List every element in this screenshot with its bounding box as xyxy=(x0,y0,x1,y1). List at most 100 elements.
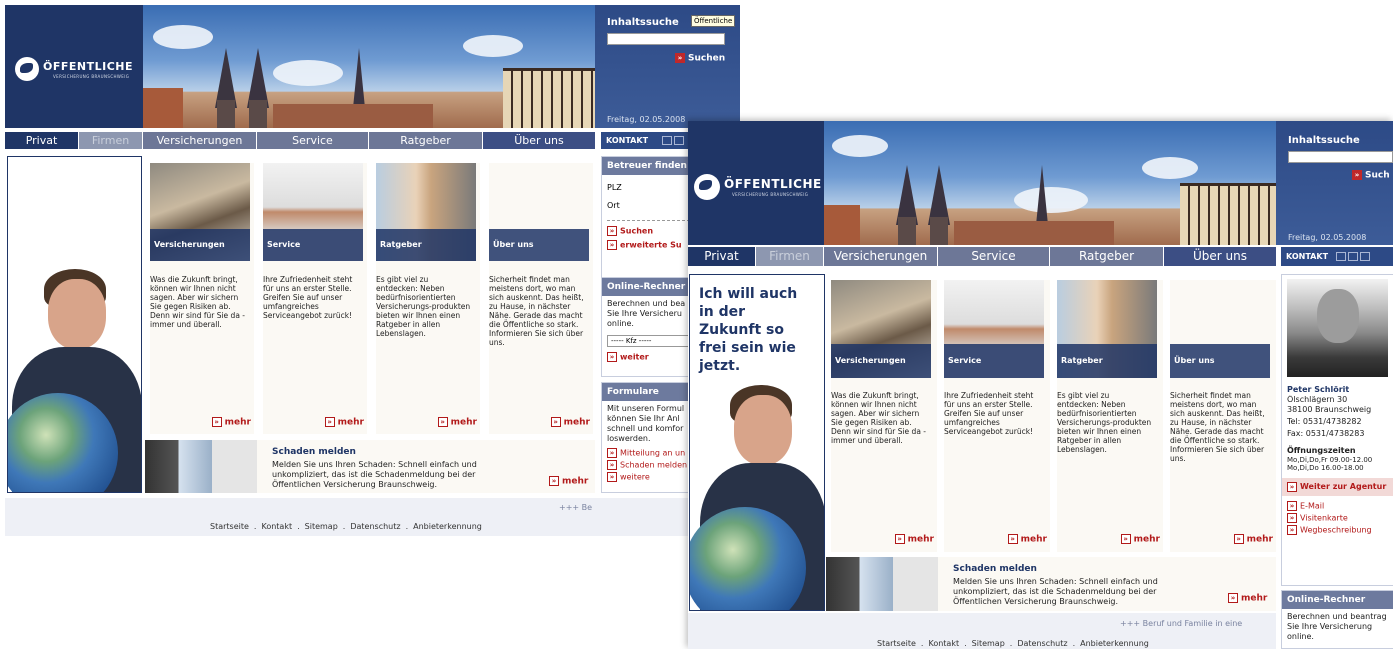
search-input[interactable] xyxy=(1288,151,1393,163)
card-ratgeber[interactable]: Ratgeber Es gibt viel zu entdecken: Nebe… xyxy=(376,163,480,434)
card-title: Versicherungen xyxy=(150,229,250,261)
logo[interactable]: ÖFFENTLICHE VERSICHERUNG BRAUNSCHWEIG xyxy=(688,121,824,245)
arrow-icon: » xyxy=(324,417,335,427)
logo[interactable]: ÖFFENTLICHE VERSICHERUNG BRAUNSCHWEIG xyxy=(5,5,143,128)
card-versicherungen[interactable]: Versicherungen Was die Zukunft bringt, k… xyxy=(150,163,254,434)
print-icon[interactable] xyxy=(1348,252,1359,261)
more-link[interactable]: » mehr xyxy=(1007,534,1047,545)
mail-icon[interactable] xyxy=(1360,252,1371,261)
footer: +++ Beruf und Familie in eine Startseite… xyxy=(688,613,1276,649)
more-link[interactable]: » mehr xyxy=(1233,534,1273,545)
logo-name: ÖFFENTLICHE xyxy=(43,60,133,73)
logo-mark-icon xyxy=(694,174,720,200)
more-link[interactable]: » mehr xyxy=(549,476,588,487)
nav-service[interactable]: Service xyxy=(938,247,1050,266)
footer-link[interactable]: Kontakt xyxy=(261,522,292,531)
visitenkarte-link[interactable]: » Visitenkarte xyxy=(1282,512,1393,524)
more-link[interactable]: » mehr xyxy=(894,534,934,545)
footer-link[interactable]: Kontakt xyxy=(928,639,959,648)
card-title: Service xyxy=(944,344,1044,378)
more-label: mehr xyxy=(337,417,364,428)
more-link[interactable]: » mehr xyxy=(324,417,364,428)
card-title: Ratgeber xyxy=(1057,344,1157,378)
card-text: Es gibt viel zu entdecken: Neben bedürfn… xyxy=(376,275,471,338)
more-link[interactable]: » mehr xyxy=(1228,593,1267,604)
nav-firmen[interactable]: Firmen xyxy=(79,132,143,149)
nav-firmen[interactable]: Firmen xyxy=(756,247,824,266)
search-input[interactable] xyxy=(607,33,725,45)
more-label: mehr xyxy=(562,476,589,487)
rechner-panel: Online-Rechner Berechnen und beantrag Sie… xyxy=(1281,590,1393,649)
footer-link[interactable]: Datenschutz xyxy=(350,522,400,531)
arrow-icon: » xyxy=(894,534,905,544)
schaden-image xyxy=(145,440,257,493)
card-ratgeber[interactable]: Ratgeber Es gibt viel zu entdecken: Nebe… xyxy=(1057,280,1163,552)
email-link[interactable]: » E-Mail xyxy=(1282,500,1393,512)
card-service[interactable]: Service Ihre Zufriedenheit steht für uns… xyxy=(263,163,367,434)
footer-link[interactable]: Startseite xyxy=(877,639,916,648)
agentur-link[interactable]: » Weiter zur Agentur xyxy=(1282,478,1393,496)
rechner-title: Online-Rechner xyxy=(1282,591,1393,609)
footer-links: Startseite. Kontakt. Sitemap. Datenschutz. A… xyxy=(877,639,1149,648)
schaden-teaser[interactable]: Schaden melden Melden Sie uns Ihren Scha… xyxy=(145,440,595,493)
nav-ratgeber[interactable]: Ratgeber xyxy=(369,132,483,149)
search-panel: Inhaltssuche » Such Freitag, 02.05.2008 xyxy=(1276,121,1393,245)
print-icon[interactable] xyxy=(674,136,685,145)
more-link[interactable]: » mehr xyxy=(1120,534,1160,545)
card-title: Über uns xyxy=(1170,344,1270,378)
more-link[interactable]: » mehr xyxy=(211,417,251,428)
nav-privat[interactable]: Privat xyxy=(5,132,79,149)
footer-link[interactable]: Startseite xyxy=(210,522,249,531)
nav-ratgeber[interactable]: Ratgeber xyxy=(1050,247,1164,266)
footer-link[interactable]: Anbieterkennung xyxy=(413,522,482,531)
arrow-icon: » xyxy=(607,472,617,482)
hours-title: Öffnungszeiten xyxy=(1287,446,1356,455)
card-title: Versicherungen xyxy=(831,344,931,378)
plz-label: PLZ xyxy=(607,182,622,192)
nav-ueber-uns[interactable]: Über uns xyxy=(483,132,595,149)
more-label: mehr xyxy=(1246,534,1273,545)
logo-name: ÖFFENTLICHE xyxy=(724,177,822,191)
schaden-text: Melden Sie uns Ihren Schaden: Schnell ei… xyxy=(953,577,1158,606)
card-ueber-uns[interactable]: Über uns Sicherheit findet man meistens … xyxy=(1170,280,1276,552)
arrow-icon: » xyxy=(675,53,685,63)
kontakt-bar[interactable]: KONTAKT xyxy=(1281,247,1393,266)
footer-link[interactable]: Sitemap xyxy=(305,522,338,531)
search-button[interactable]: » Suchen xyxy=(675,53,725,64)
news-ticker[interactable]: +++ Beruf und Familie in eine xyxy=(1120,619,1242,628)
nav-ueber-uns[interactable]: Über uns xyxy=(1164,247,1276,266)
nav-privat[interactable]: Privat xyxy=(688,247,756,266)
schaden-teaser[interactable]: Schaden melden Melden Sie uns Ihren Scha… xyxy=(826,557,1276,611)
card-ueber-uns[interactable]: Über uns Sicherheit findet man meistens … xyxy=(489,163,593,434)
more-label: mehr xyxy=(1133,534,1160,545)
at-icon[interactable] xyxy=(662,136,673,145)
search-tooltip: Öffentliche xyxy=(691,15,736,27)
at-icon[interactable] xyxy=(1336,252,1347,261)
arrow-icon: » xyxy=(607,460,617,470)
card-text: Ihre Zufriedenheit steht für uns an erst… xyxy=(263,275,353,320)
footer-link[interactable]: Anbieterkennung xyxy=(1080,639,1149,648)
card-title: Service xyxy=(263,229,363,261)
more-link[interactable]: » mehr xyxy=(437,417,477,428)
agent-name: Peter Schlörit xyxy=(1287,385,1350,394)
search-button[interactable]: » Such xyxy=(1352,170,1390,181)
news-ticker[interactable]: +++ Be xyxy=(559,503,592,512)
nav-service[interactable]: Service xyxy=(257,132,369,149)
footer-link[interactable]: Sitemap xyxy=(972,639,1005,648)
search-label: Inhaltssuche xyxy=(1288,135,1360,146)
card-service[interactable]: Service Ihre Zufriedenheit steht für uns… xyxy=(944,280,1050,552)
nav-versicherungen[interactable]: Versicherungen xyxy=(824,247,938,266)
schaden-text: Melden Sie uns Ihren Schaden: Schnell ei… xyxy=(272,460,477,489)
more-link[interactable]: » mehr xyxy=(550,417,590,428)
more-label: mehr xyxy=(563,417,590,428)
footer-link[interactable]: Datenschutz xyxy=(1017,639,1067,648)
card-versicherungen[interactable]: Versicherungen Was die Zukunft bringt, k… xyxy=(831,280,937,552)
kfz-select[interactable]: ----- Kfz ----- xyxy=(607,335,697,347)
arrow-icon: » xyxy=(1007,534,1018,544)
nav-versicherungen[interactable]: Versicherungen xyxy=(143,132,257,149)
arrow-icon: » xyxy=(437,417,448,427)
schaden-image xyxy=(826,557,938,611)
wegbeschreibung-link[interactable]: » Wegbeschreibung xyxy=(1282,524,1393,536)
arrow-icon: » xyxy=(1233,534,1244,544)
ort-label: Ort xyxy=(607,200,620,210)
